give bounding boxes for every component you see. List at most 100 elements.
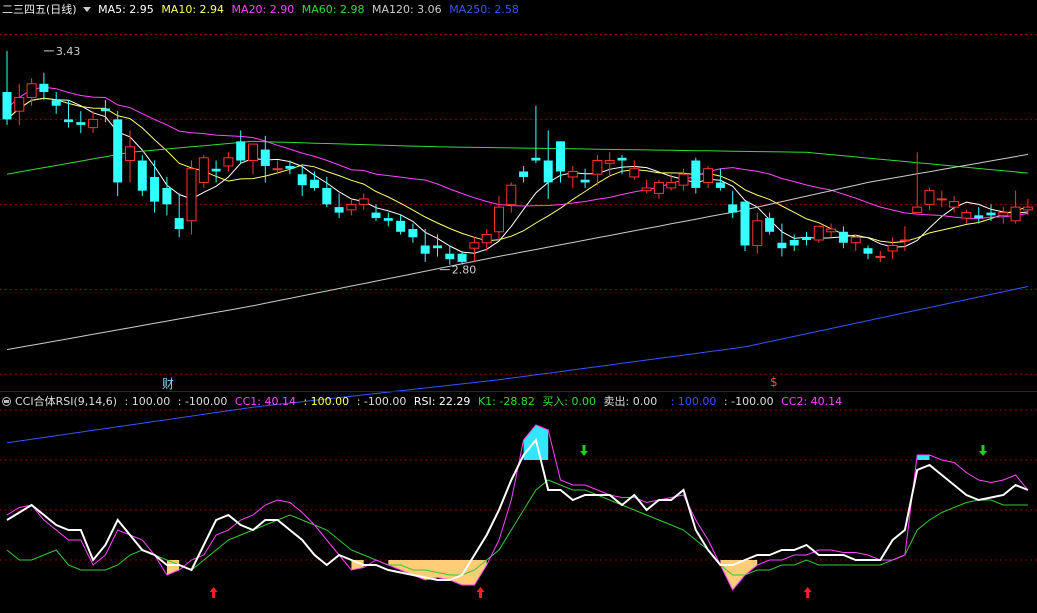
sell-arrow-icon — [979, 445, 987, 456]
candle-up — [481, 234, 492, 244]
candle-up — [567, 170, 578, 178]
financial-report-marker[interactable]: 财 — [162, 375, 174, 392]
stock-name[interactable]: 二三四五 — [2, 3, 46, 16]
sell-arrow-icon — [580, 445, 588, 456]
dividend-marker[interactable]: $ — [770, 375, 778, 389]
candle-down — [211, 168, 221, 172]
cci-lower-label: : -100.00 — [177, 395, 228, 408]
dropdown-caret-icon[interactable] — [82, 7, 91, 12]
buy-arrow-icon-shape — [803, 587, 812, 598]
candle-down — [777, 242, 787, 249]
candle-up — [899, 239, 910, 242]
candle-down — [433, 245, 442, 249]
candle-down — [728, 204, 738, 213]
candle-up — [88, 118, 99, 129]
buy-arrow-icon-shape — [209, 587, 218, 598]
candle-down — [285, 166, 295, 169]
buy-arrow-icon — [803, 587, 812, 598]
cc1-label: CC1: 40.14 — [234, 395, 296, 408]
sell-arrow-icon-shape — [979, 445, 987, 456]
candle-down — [802, 237, 811, 240]
indicator-toggle-icon[interactable] — [2, 397, 11, 406]
candle-down — [236, 141, 246, 161]
rsi-upper-label: : 100.00 — [303, 395, 350, 408]
candle-up — [813, 225, 824, 241]
candle-down — [740, 201, 750, 246]
candle-up — [703, 168, 714, 183]
candle-down — [297, 174, 307, 186]
candle-down — [556, 141, 565, 172]
candle-up — [26, 83, 37, 98]
candle-down — [691, 160, 701, 188]
candle-down — [531, 157, 541, 161]
candle-down — [383, 218, 393, 221]
candle-up — [125, 146, 135, 162]
main-chart-header: 二三四五(日线) MA5: 2.95 MA10: 2.94 MA20: 2.90… — [2, 2, 523, 18]
ma120-label: MA120: 3.06 — [371, 3, 442, 16]
k1-label: K1: -28.82 — [477, 395, 535, 408]
candle-down — [789, 240, 799, 246]
candle-up — [272, 168, 283, 171]
candle-down — [39, 83, 49, 92]
buy-arrow-icon-shape — [476, 587, 485, 598]
sub-chart-header: CCI合体RSI(9,14,6) : 100.00 : -100.00 CC1:… — [2, 394, 846, 410]
candle-up — [506, 184, 517, 205]
sell-label: 卖出: 0.00 — [603, 395, 658, 408]
high-price-label: 3.43 — [56, 45, 81, 58]
sell-arrow-icon-shape — [580, 445, 588, 456]
candle-down — [64, 119, 73, 123]
rsi-lower-label: : -100.00 — [356, 395, 407, 408]
blue-upper-label: : 100.00 — [670, 395, 717, 408]
buy-arrow-icon — [209, 587, 218, 598]
candle-down — [420, 245, 430, 254]
candle-up — [678, 173, 689, 186]
buy-arrow-icon — [476, 587, 485, 598]
candle-down — [113, 119, 123, 183]
candle-down — [100, 108, 110, 112]
candle-down — [863, 248, 873, 254]
candle-up — [998, 212, 1009, 216]
ma250-label: MA250: 2.58 — [449, 3, 519, 16]
candle-up — [223, 157, 234, 167]
kline-chart[interactable]: 3.43 2.80 — [0, 0, 1037, 613]
candle-up — [924, 190, 935, 205]
candle-down — [310, 179, 319, 188]
candle-down — [457, 253, 467, 262]
candle-down — [322, 187, 332, 205]
rsi-value-label: RSI: 22.29 — [413, 395, 471, 408]
candle-up — [949, 201, 960, 208]
candle-down — [580, 179, 590, 183]
panel-divider[interactable] — [0, 391, 1037, 392]
candle-down — [174, 218, 184, 230]
ma60-label: MA60: 2.98 — [301, 3, 365, 16]
cci-upper-label: : 100.00 — [124, 395, 171, 408]
candle-down — [76, 122, 86, 125]
indicator-name[interactable]: CCI合体RSI(9,14,6) — [15, 395, 117, 408]
candle-up — [1010, 206, 1021, 222]
candle-down — [408, 229, 418, 238]
ma-line-ma60 — [6, 140, 1028, 175]
candle-down — [986, 212, 996, 216]
candle-down — [260, 149, 270, 166]
candle-up — [592, 160, 603, 175]
candle-up — [346, 203, 357, 211]
period-label[interactable]: (日线) — [46, 3, 77, 16]
candle-up — [248, 143, 258, 162]
candle-up — [875, 255, 886, 258]
candle-up — [469, 242, 480, 249]
candle-down — [617, 157, 627, 161]
candle-up — [961, 212, 972, 219]
candle-up — [198, 157, 209, 183]
ma-line-ma120 — [6, 153, 1028, 351]
candle-up — [14, 96, 25, 112]
cc2-label: CC2: 40.14 — [781, 395, 843, 408]
buy-label: 买入: 0.00 — [542, 395, 597, 408]
candle-up — [666, 181, 677, 189]
ma10-label: MA10: 2.94 — [161, 3, 225, 16]
candle-down — [715, 182, 725, 188]
ma20-label: MA20: 2.90 — [231, 3, 295, 16]
candle-down — [765, 218, 775, 232]
ma5-label: MA5: 2.95 — [98, 3, 154, 16]
candle-down — [838, 231, 848, 243]
candle-up — [912, 206, 923, 214]
